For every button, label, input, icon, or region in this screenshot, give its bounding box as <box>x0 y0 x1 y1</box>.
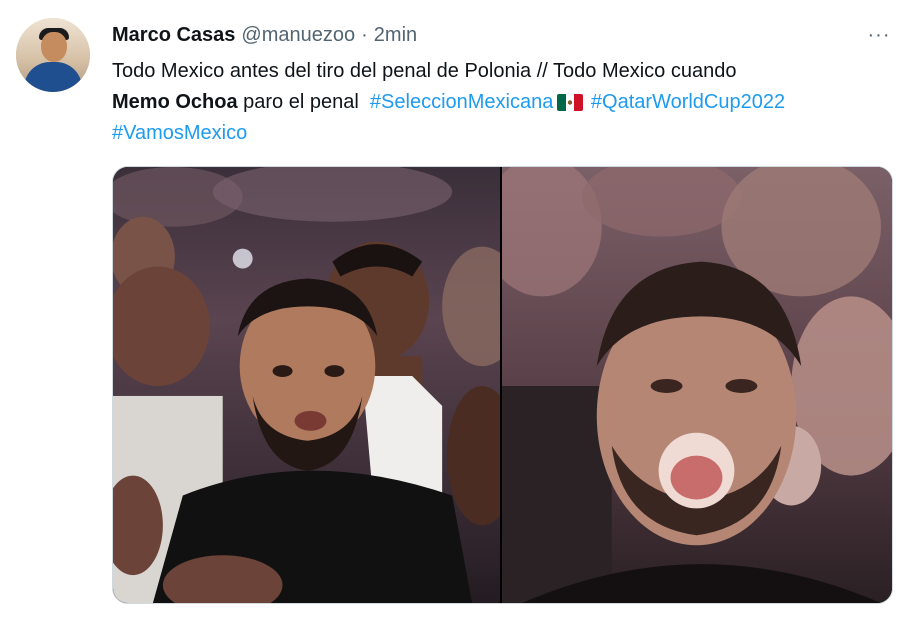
more-options-icon[interactable]: ··· <box>864 22 894 48</box>
tweet-text-bold: Memo Ochoa <box>112 91 238 113</box>
avatar[interactable] <box>16 18 90 92</box>
mexico-flag-icon <box>557 94 584 111</box>
tweet-text-part1: Todo Mexico antes del tiro del penal de … <box>112 60 737 82</box>
tweet-text: Todo Mexico antes del tiro del penal de … <box>112 56 902 149</box>
tweet-text-part2: paro el penal <box>243 91 359 113</box>
hashtag-qatar-world-cup[interactable]: #QatarWorldCup2022 <box>591 91 785 113</box>
tweet-header: Marco Casas @manuezoo · 2min <box>112 22 417 48</box>
avatar-face <box>41 32 67 62</box>
hashtag-vamos-mexico[interactable]: #VamosMexico <box>112 122 247 144</box>
tweet[interactable]: Marco Casas @manuezoo · 2min ··· Todo Me… <box>0 0 913 620</box>
tweet-timestamp[interactable]: 2min <box>374 24 417 47</box>
tweet-media[interactable] <box>112 166 893 604</box>
author-handle[interactable]: @manuezoo <box>241 24 355 47</box>
header-separator: · <box>361 23 368 46</box>
hashtag-seleccion-mexicana[interactable]: #SeleccionMexicana <box>370 91 553 113</box>
author-display-name[interactable]: Marco Casas <box>112 24 235 47</box>
media-photo-left[interactable] <box>113 167 500 603</box>
media-photo-right[interactable] <box>502 167 892 603</box>
